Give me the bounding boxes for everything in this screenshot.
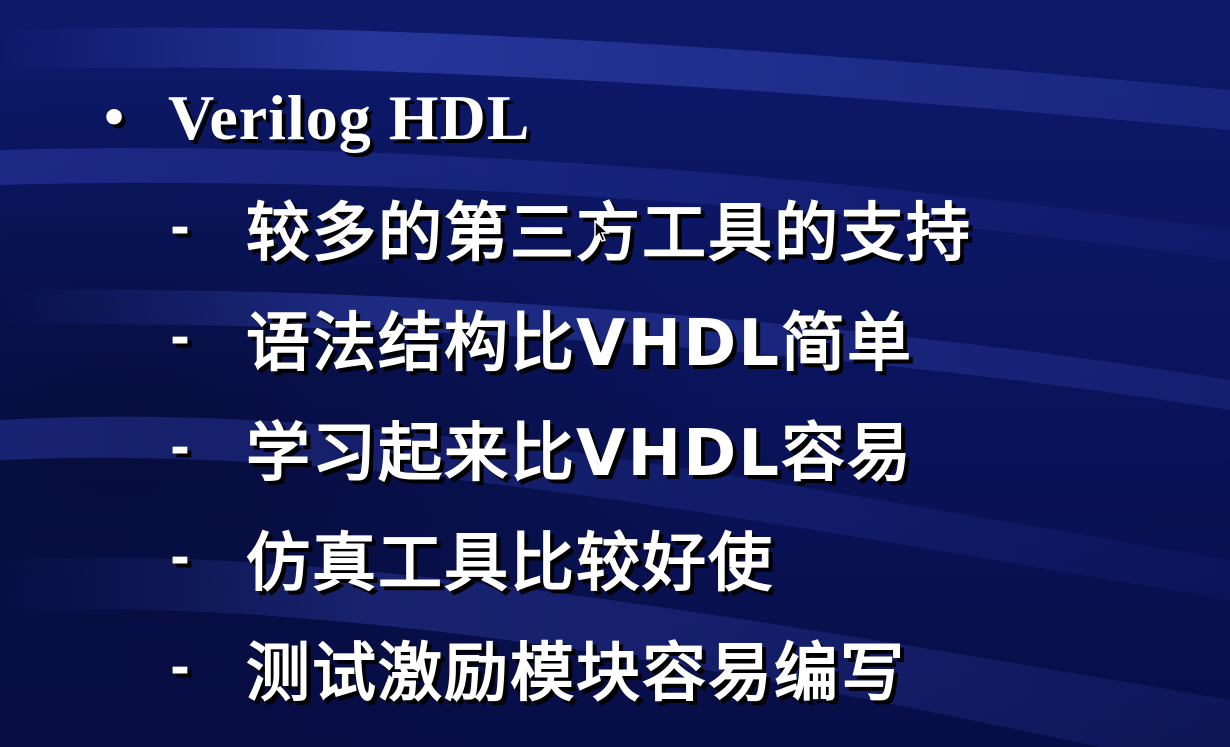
slide: • Verilog HDL - 较多的第三方工具的支持 - 语法结构比VHDL简…	[0, 0, 1230, 747]
bullet-heading-row: • Verilog HDL	[100, 78, 530, 158]
bullet-icon: •	[100, 92, 129, 144]
sub-item: - 测试激励模块容易编写	[170, 628, 906, 711]
dash-icon: -	[170, 530, 190, 586]
heading-text: Verilog HDL	[168, 82, 531, 153]
sub-item: - 语法结构比VHDL简单	[170, 298, 913, 381]
slide-content: • Verilog HDL - 较多的第三方工具的支持 - 语法结构比VHDL简…	[0, 0, 1230, 747]
dash-icon: -	[170, 420, 190, 476]
sub-item-text: 仿真工具比较好使	[246, 527, 774, 601]
dash-icon: -	[170, 200, 190, 256]
sub-item-text: 学习起来比VHDL容易	[246, 417, 913, 491]
sub-item: - 仿真工具比较好使	[170, 518, 774, 601]
sub-item-text: 语法结构比VHDL简单	[246, 307, 913, 381]
sub-item: - 学习起来比VHDL容易	[170, 408, 913, 491]
mouse-pointer-icon	[594, 220, 610, 242]
dash-icon: -	[170, 640, 190, 696]
sub-item: - 较多的第三方工具的支持	[170, 188, 972, 271]
sub-item-text: 测试激励模块容易编写	[246, 637, 906, 711]
dash-icon: -	[170, 310, 190, 366]
